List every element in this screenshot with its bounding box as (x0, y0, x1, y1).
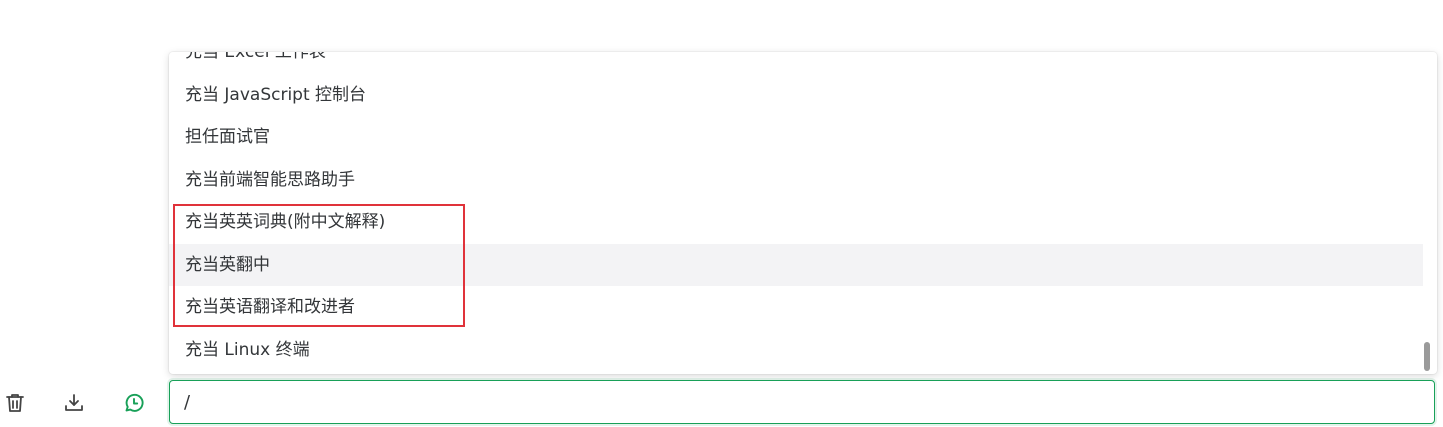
prompt-suggestion-list: 充当 Excel 工作表 充当 JavaScript 控制台 担任面试官 充当前… (169, 52, 1423, 371)
dropdown-scrollbar-thumb[interactable] (1424, 342, 1430, 371)
dropdown-item-frontend-assistant[interactable]: 充当前端智能思路助手 (169, 159, 1423, 202)
history-icon[interactable] (121, 390, 147, 416)
dropdown-item-linux-terminal[interactable]: 充当 Linux 终端 (169, 329, 1423, 372)
dropdown-item-english-translator[interactable]: 充当英语翻译和改进者 (169, 286, 1423, 329)
prompt-suggestion-dropdown: 充当 Excel 工作表 充当 JavaScript 控制台 担任面试官 充当前… (169, 52, 1437, 374)
prompt-input[interactable] (170, 381, 1434, 423)
dropdown-item-interviewer[interactable]: 担任面试官 (169, 116, 1423, 159)
dropdown-item-javascript-console[interactable]: 充当 JavaScript 控制台 (169, 74, 1423, 117)
dropdown-item-english-to-chinese[interactable]: 充当英翻中 (169, 243, 1423, 286)
dropdown-item-excel[interactable]: 充当 Excel 工作表 (169, 52, 1423, 74)
trash-icon[interactable] (2, 390, 28, 416)
download-icon[interactable] (61, 390, 87, 416)
prompt-input-box[interactable] (169, 380, 1435, 424)
chat-page: 充当 Excel 工作表 充当 JavaScript 控制台 担任面试官 充当前… (0, 0, 1443, 427)
dropdown-item-english-dictionary[interactable]: 充当英英词典(附中文解释) (169, 201, 1423, 244)
